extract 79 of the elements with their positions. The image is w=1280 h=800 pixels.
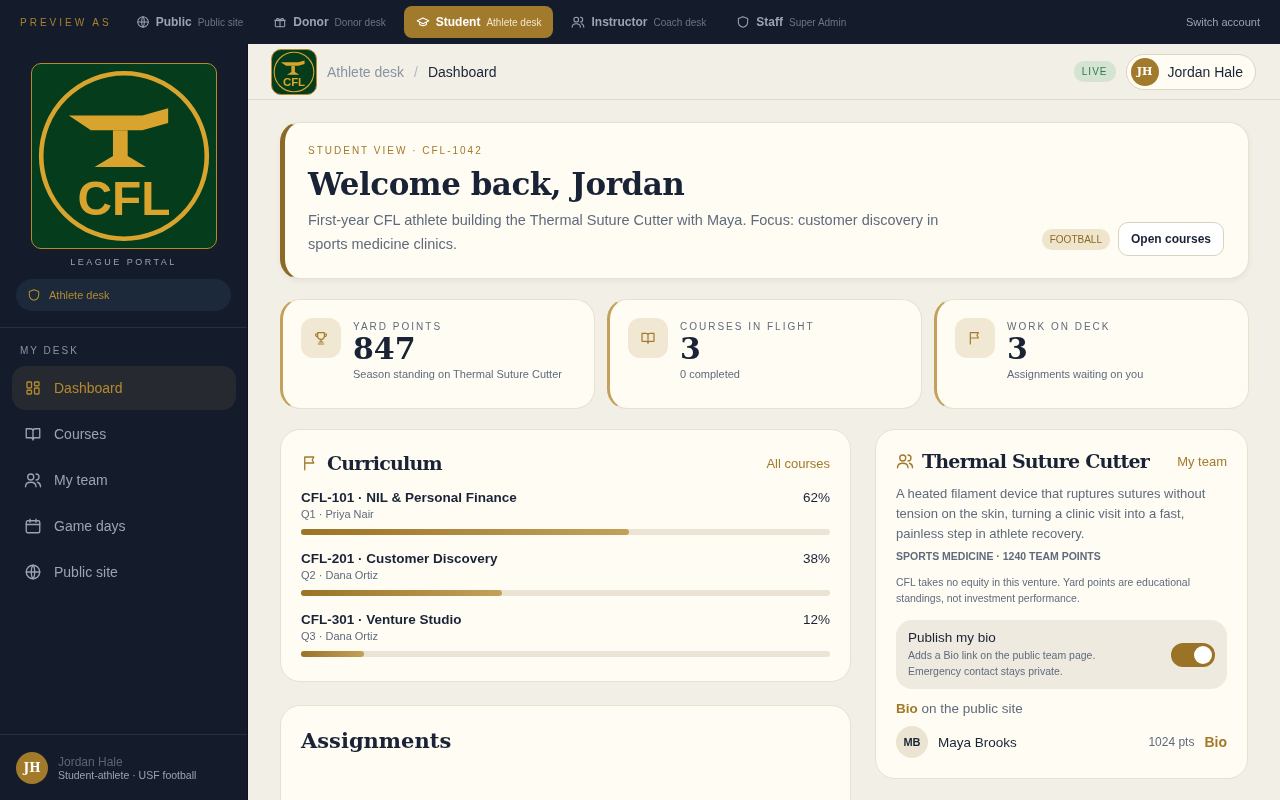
section-heading: MY DESK — [19, 344, 80, 358]
users-icon — [571, 15, 586, 29]
course-name[interactable]: CFL-301 · Venture Studio — [301, 612, 462, 627]
course-meta: Q1 · Priya Nair — [301, 508, 375, 520]
globe-icon — [24, 563, 42, 581]
team-meta: SPORTS MEDICINE · 1240 TEAM POINTS — [896, 550, 1102, 562]
calendar-icon — [24, 517, 42, 535]
book-icon — [640, 330, 656, 346]
grid-icon — [24, 379, 42, 397]
course-meta: Q2 · Dana Ortiz — [301, 569, 380, 581]
switch-account-link[interactable]: Switch account — [1186, 16, 1260, 28]
stat-label: WORK ON DECK — [1007, 321, 1112, 332]
nav-item[interactable]: Courses — [12, 412, 236, 456]
publish-title: Publish my bio — [908, 630, 997, 645]
live-badge: LIVE — [1073, 61, 1116, 82]
stat-note: Season standing on Thermal Suture Cutter — [353, 368, 562, 380]
member-points: 1024 pts — [1148, 735, 1195, 749]
welcome-text: First-year CFL athlete building the Thermal Suture Cutter with Maya. Focus: customer discovery in sports medicine clinics. — [308, 211, 940, 254]
stat-label: COURSES IN FLIGHT — [680, 321, 815, 332]
course-name[interactable]: CFL-101 · NIL & Personal Finance — [301, 490, 517, 505]
course-percent: 38% — [802, 551, 830, 566]
role-tab[interactable]: Student Athlete desk — [403, 6, 554, 38]
role-tab[interactable]: Donor Donor desk — [261, 6, 398, 38]
user-avatar: JH — [16, 751, 48, 784]
users-icon — [24, 471, 42, 489]
graduation-cap-icon — [415, 15, 430, 29]
book-icon — [24, 425, 42, 443]
globe-icon — [135, 15, 150, 29]
welcome-title: Welcome back, Jordan — [308, 166, 686, 202]
stat-note: Assignments waiting on you — [1007, 368, 1144, 380]
users-icon — [896, 452, 914, 470]
team-description: A heated filament device that ruptures sutures without tension on the skin, turning a clinic visit into a fast, painless step in athlete recovery. — [896, 485, 1207, 543]
bio-line: Bio on the public site — [896, 701, 1024, 716]
stat-value: 3 — [680, 332, 702, 366]
member-avatar: MB — [896, 726, 928, 758]
course-meta: Q3 · Dana Ortiz — [301, 630, 380, 642]
publish-toggle[interactable] — [1171, 642, 1215, 667]
role-tab[interactable]: Public Public site — [123, 6, 256, 38]
course-percent: 12% — [802, 612, 830, 627]
user-role: Student-athlete · USF football — [58, 768, 197, 781]
user-name: Jordan Hale — [58, 754, 124, 769]
role-tab[interactable]: Staff Super Admin — [724, 6, 859, 38]
nav-item[interactable]: Dashboard — [12, 366, 236, 410]
bio-link[interactable]: Bio — [1204, 734, 1227, 750]
shield-icon — [736, 15, 751, 29]
user-avatar: JH — [1130, 57, 1159, 86]
publish-text: Adds a Bio link on the public team page. Emergency contact stays private. — [908, 648, 1097, 679]
course-name[interactable]: CFL-201 · Customer Discovery — [301, 551, 498, 566]
trophy-icon — [313, 330, 329, 346]
eyebrow-text: STUDENT VIEW · CFL-1042 — [308, 145, 484, 156]
card-title: Curriculum — [327, 452, 442, 474]
all-courses-link[interactable]: All courses — [766, 455, 830, 471]
account-chip[interactable]: JH Jordan Hale — [1125, 53, 1256, 90]
open-courses-button[interactable]: Open courses — [1117, 222, 1224, 256]
breadcrumb-item: Dashboard — [427, 63, 497, 80]
stat-note: 0 completed — [680, 368, 741, 380]
stat-value: 847 — [353, 332, 417, 366]
desk-label: Athlete desk — [49, 289, 110, 301]
header-logo: CFL — [271, 48, 317, 95]
nav-item[interactable]: Game days — [12, 504, 236, 548]
league-logo: CFL — [30, 63, 217, 249]
nav-item[interactable]: My team — [12, 458, 236, 502]
my-team-link[interactable]: My team — [1177, 453, 1227, 469]
course-percent: 62% — [802, 490, 830, 505]
role-tab[interactable]: Instructor Coach desk — [559, 6, 719, 38]
gift-icon — [273, 15, 288, 29]
stat-label: YARD POINTS — [353, 321, 444, 332]
breadcrumb-separator: / — [414, 63, 418, 80]
preview-label: PREVIEW AS — [20, 16, 112, 28]
card-title: Thermal Suture Cutter — [922, 450, 1149, 472]
shield-icon — [27, 288, 41, 302]
sport-tag: FOOTBALL — [1041, 229, 1110, 250]
nav-item[interactable]: Public site — [12, 550, 236, 594]
stat-value: 3 — [1007, 332, 1029, 366]
user-name: Jordan Hale — [1167, 63, 1243, 80]
card-title: Assignments — [301, 728, 452, 753]
portal-label: LEAGUE PORTAL — [70, 257, 177, 267]
member-name: Maya Brooks — [938, 734, 1017, 750]
disclaimer-text: CFL takes no equity in this venture. Yard points are educational standings, not investment performance. — [896, 575, 1191, 606]
